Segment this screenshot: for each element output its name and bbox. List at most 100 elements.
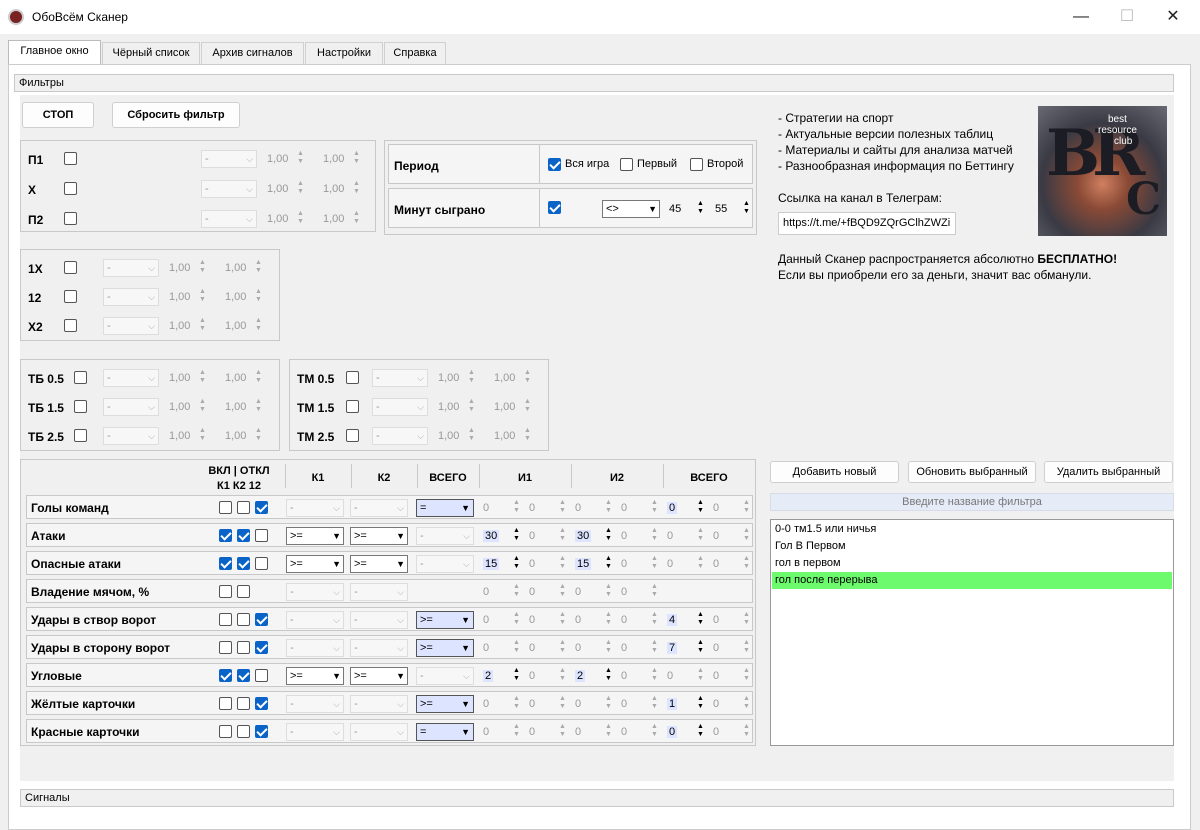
value-spinner[interactable]: 0 ▲ ▼ xyxy=(529,723,569,741)
value-spinner[interactable]: 0 ▲ ▼ xyxy=(483,723,523,741)
operator-select[interactable]: - ⌵ xyxy=(416,555,474,573)
value-spinner[interactable]: 0 ▲ ▼ xyxy=(713,499,753,517)
saved-filters-list[interactable]: 0-0 тм1.5 или ничья Гол В Первом гол в пер… xyxy=(770,519,1174,746)
value-spinner[interactable]: 1,00 ▲ ▼ xyxy=(438,398,478,416)
operator-select[interactable]: - ⌵ xyxy=(103,288,159,306)
toggle-checkbox[interactable] xyxy=(237,641,250,654)
tab-main[interactable]: Главное окно xyxy=(8,40,101,65)
operator-select[interactable]: >= ▼ xyxy=(286,555,344,573)
toggle-checkbox[interactable] xyxy=(237,725,250,738)
toggle-checkbox[interactable] xyxy=(219,501,232,514)
value-spinner[interactable]: 7 ▲ ▼ xyxy=(667,639,707,657)
value-spinner[interactable]: 0 ▲ ▼ xyxy=(667,499,707,517)
value-spinner[interactable]: 0 ▲ ▼ xyxy=(575,723,615,741)
operator-select[interactable]: >= ▼ xyxy=(350,555,408,573)
toggle-checkbox[interactable] xyxy=(255,725,268,738)
toggle-checkbox[interactable] xyxy=(237,529,250,542)
toggle-checkbox[interactable] xyxy=(255,669,268,682)
toggle-checkbox[interactable] xyxy=(237,697,250,710)
value-spinner[interactable]: 0 ▲ ▼ xyxy=(529,667,569,685)
value-spinner[interactable]: 1,00 ▲ ▼ xyxy=(169,317,209,335)
value-spinner[interactable]: 1,00 ▲ ▼ xyxy=(169,398,209,416)
update-filter-button[interactable]: Обновить выбранный xyxy=(908,461,1036,483)
signals-header[interactable]: Сигналы xyxy=(20,789,1174,807)
value-spinner[interactable]: 1,00 ▲ ▼ xyxy=(225,288,265,306)
operator-select[interactable]: - ⌵ xyxy=(372,369,428,387)
toggle-checkbox[interactable] xyxy=(219,529,232,542)
operator-select[interactable]: = ▼ xyxy=(416,499,474,517)
value-spinner[interactable]: 0 ▲ ▼ xyxy=(483,639,523,657)
toggle-checkbox[interactable] xyxy=(237,669,250,682)
value-spinner[interactable]: 0 ▲ ▼ xyxy=(621,555,661,573)
operator-select[interactable]: - ⌵ xyxy=(286,723,344,741)
value-spinner[interactable]: 1,00 ▲ ▼ xyxy=(494,369,534,387)
value-spinner[interactable]: 15 ▲ ▼ xyxy=(575,555,615,573)
operator-select[interactable]: - ⌵ xyxy=(350,583,408,601)
operator-select[interactable]: - ⌵ xyxy=(350,499,408,517)
value-spinner[interactable]: 1,00 ▲ ▼ xyxy=(438,369,478,387)
outcome-checkbox[interactable] xyxy=(346,429,359,442)
value-spinner[interactable]: 0 ▲ ▼ xyxy=(713,527,753,545)
minimize-button[interactable]: — xyxy=(1066,6,1096,28)
operator-select[interactable]: >= ▼ xyxy=(416,695,474,713)
operator-select[interactable]: - ⌵ xyxy=(103,427,159,445)
minutes-from-spinner[interactable]: 45 ▲ ▼ xyxy=(669,200,707,218)
toggle-checkbox[interactable] xyxy=(237,557,250,570)
value-spinner[interactable]: 1,00 ▲ ▼ xyxy=(267,180,307,198)
value-spinner[interactable]: 0 ▲ ▼ xyxy=(483,695,523,713)
value-spinner[interactable]: 1,00 ▲ ▼ xyxy=(323,150,363,168)
close-button[interactable]: ✕ xyxy=(1158,6,1188,28)
operator-select[interactable]: - ⌵ xyxy=(350,611,408,629)
toggle-checkbox[interactable] xyxy=(219,669,232,682)
operator-select[interactable]: - ⌵ xyxy=(372,427,428,445)
outcome-checkbox[interactable] xyxy=(64,182,77,195)
operator-select[interactable]: - ⌵ xyxy=(201,150,257,168)
toggle-checkbox[interactable] xyxy=(255,641,268,654)
filter-list-item[interactable]: 0-0 тм1.5 или ничья xyxy=(772,521,1172,538)
value-spinner[interactable]: 1,00 ▲ ▼ xyxy=(169,427,209,445)
value-spinner[interactable]: 0 ▲ ▼ xyxy=(483,611,523,629)
value-spinner[interactable]: 1,00 ▲ ▼ xyxy=(225,317,265,335)
operator-select[interactable]: >= ▼ xyxy=(286,527,344,545)
outcome-checkbox[interactable] xyxy=(64,261,77,274)
operator-select[interactable]: - ⌵ xyxy=(286,499,344,517)
operator-select[interactable]: - ⌵ xyxy=(201,180,257,198)
outcome-checkbox[interactable] xyxy=(74,371,87,384)
value-spinner[interactable]: 1,00 ▲ ▼ xyxy=(169,259,209,277)
operator-select[interactable]: >= ▼ xyxy=(350,667,408,685)
value-spinner[interactable]: 15 ▲ ▼ xyxy=(483,555,523,573)
toggle-checkbox[interactable] xyxy=(255,557,268,570)
value-spinner[interactable]: 0 ▲ ▼ xyxy=(621,499,661,517)
value-spinner[interactable]: 0 ▲ ▼ xyxy=(713,723,753,741)
value-spinner[interactable]: 1,00 ▲ ▼ xyxy=(323,180,363,198)
outcome-checkbox[interactable] xyxy=(64,290,77,303)
toggle-checkbox[interactable] xyxy=(219,641,232,654)
value-spinner[interactable]: 0 ▲ ▼ xyxy=(621,723,661,741)
operator-select[interactable]: - ⌵ xyxy=(350,723,408,741)
value-spinner[interactable]: 0 ▲ ▼ xyxy=(667,555,707,573)
value-spinner[interactable]: 0 ▲ ▼ xyxy=(575,583,615,601)
operator-select[interactable]: - ⌵ xyxy=(286,611,344,629)
operator-select[interactable]: - ⌵ xyxy=(286,695,344,713)
delete-filter-button[interactable]: Удалить выбранный xyxy=(1044,461,1173,483)
outcome-checkbox[interactable] xyxy=(64,152,77,165)
operator-select[interactable]: >= ▼ xyxy=(350,527,408,545)
value-spinner[interactable]: 1,00 ▲ ▼ xyxy=(494,398,534,416)
value-spinner[interactable]: 1 ▲ ▼ xyxy=(667,695,707,713)
value-spinner[interactable]: 0 ▲ ▼ xyxy=(575,639,615,657)
filters-header[interactable]: Фильтры xyxy=(14,74,1174,92)
toggle-checkbox[interactable] xyxy=(219,697,232,710)
minutes-to-spinner[interactable]: 55 ▲ ▼ xyxy=(715,200,753,218)
reset-filter-button[interactable]: Сбросить фильтр xyxy=(112,102,240,128)
tab-help[interactable]: Справка xyxy=(384,42,446,64)
operator-select[interactable]: - ⌵ xyxy=(103,369,159,387)
value-spinner[interactable]: 1,00 ▲ ▼ xyxy=(225,259,265,277)
toggle-checkbox[interactable] xyxy=(219,585,232,598)
maximize-button[interactable]: ☐ xyxy=(1112,6,1142,28)
filter-list-item[interactable]: Гол В Первом xyxy=(772,538,1172,555)
value-spinner[interactable]: 0 ▲ ▼ xyxy=(575,611,615,629)
operator-select[interactable]: - ⌵ xyxy=(350,639,408,657)
add-filter-button[interactable]: Добавить новый xyxy=(770,461,899,483)
value-spinner[interactable]: 0 ▲ ▼ xyxy=(667,527,707,545)
toggle-checkbox[interactable] xyxy=(255,529,268,542)
